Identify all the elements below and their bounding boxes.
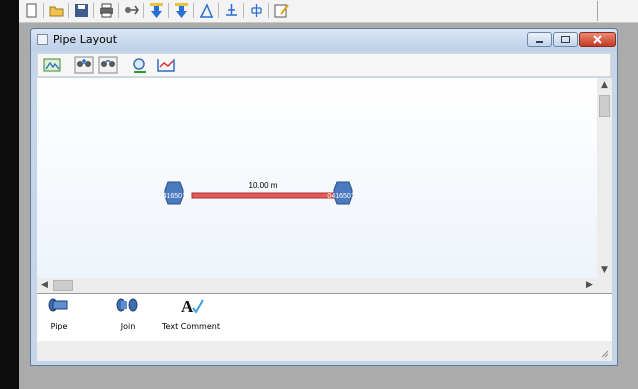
main-toolbar	[19, 0, 638, 23]
window-titlebar[interactable]: Pipe Layout	[31, 29, 617, 51]
horizontal-scrollbar[interactable]: ◀ ▶	[37, 278, 597, 293]
resize-grip-icon[interactable]	[601, 350, 609, 358]
palette-item-pipe[interactable]: Pipe	[45, 296, 73, 331]
toolbar-separator	[118, 3, 119, 18]
status-bar	[37, 341, 612, 361]
pipe-icon	[48, 298, 68, 312]
close-icon	[593, 35, 602, 44]
scroll-down-icon[interactable]: ▼	[597, 263, 612, 278]
toolbar-separator	[143, 3, 144, 18]
palette-item-join[interactable]: Join	[113, 296, 143, 331]
window-icon	[37, 34, 48, 45]
scroll-right-icon[interactable]: ▶	[582, 278, 597, 293]
scroll-left-icon[interactable]: ◀	[37, 278, 52, 293]
structure-icon[interactable]	[248, 2, 265, 19]
maximize-icon	[561, 36, 570, 43]
zoom-out-icon[interactable]	[98, 56, 118, 74]
start-node-label: 04165011	[159, 193, 190, 200]
end-node[interactable]: 04165012	[327, 181, 359, 205]
zoom-extents-icon[interactable]	[42, 56, 62, 74]
start-node[interactable]: 04165011	[159, 181, 190, 205]
window-title: Pipe Layout	[53, 33, 118, 46]
new-icon[interactable]	[23, 2, 40, 19]
vertical-scrollbar[interactable]: ▲ ▼	[597, 78, 612, 278]
find-icon[interactable]	[130, 56, 150, 74]
toolbar-separator	[193, 3, 194, 18]
pipe-segment[interactable]	[191, 192, 338, 199]
scroll-up-icon[interactable]: ▲	[597, 78, 612, 93]
layout-toolbar	[37, 53, 611, 77]
minimize-icon	[536, 41, 543, 43]
layout-canvas[interactable]: 10.00 m 04165011 04165012	[37, 78, 597, 278]
zoom-in-icon[interactable]	[74, 56, 94, 74]
toolbar-separator	[43, 3, 44, 18]
profile-icon[interactable]	[156, 56, 176, 74]
open-icon[interactable]	[48, 2, 65, 19]
close-button[interactable]	[579, 32, 616, 47]
left-strip	[0, 0, 19, 389]
measure-icon[interactable]	[198, 2, 215, 19]
horizontal-scroll-thumb[interactable]	[53, 280, 73, 291]
pipe-length-label: 10.00 m	[249, 181, 278, 190]
toolbar-separator	[268, 3, 269, 18]
pipe-layout-window[interactable]: Pipe Layout 10.00 m 04165011 04165012 ▲ …	[30, 28, 618, 366]
tool-palette: Pipe Join A Text Comment	[37, 293, 612, 342]
toolbar-separator	[168, 3, 169, 18]
add-pipe-icon[interactable]	[148, 2, 165, 19]
pipe-network: 10.00 m 04165011 04165012	[159, 181, 359, 205]
print-icon[interactable]	[98, 2, 115, 19]
move-pipe-icon[interactable]	[173, 2, 190, 19]
text-comment-icon: A	[181, 297, 204, 316]
network-icon[interactable]	[123, 2, 140, 19]
toolbar-separator	[93, 3, 94, 18]
palette-item-text-comment[interactable]: A Text Comment	[161, 296, 221, 331]
svg-text:A: A	[181, 297, 194, 314]
maximize-button[interactable]	[553, 32, 578, 47]
end-node-label: 04165012	[327, 193, 358, 200]
edit-note-icon[interactable]	[273, 2, 290, 19]
toolbar-separator	[68, 3, 69, 18]
pipe-joint-icon[interactable]	[223, 2, 240, 19]
join-icon	[116, 298, 138, 312]
toolbar-separator	[597, 1, 598, 21]
minimize-button[interactable]	[527, 32, 552, 47]
toolbar-separator	[218, 3, 219, 18]
scroll-corner	[597, 278, 612, 293]
save-icon[interactable]	[73, 2, 90, 19]
toolbar-separator	[243, 3, 244, 18]
vertical-scroll-thumb[interactable]	[599, 95, 610, 117]
